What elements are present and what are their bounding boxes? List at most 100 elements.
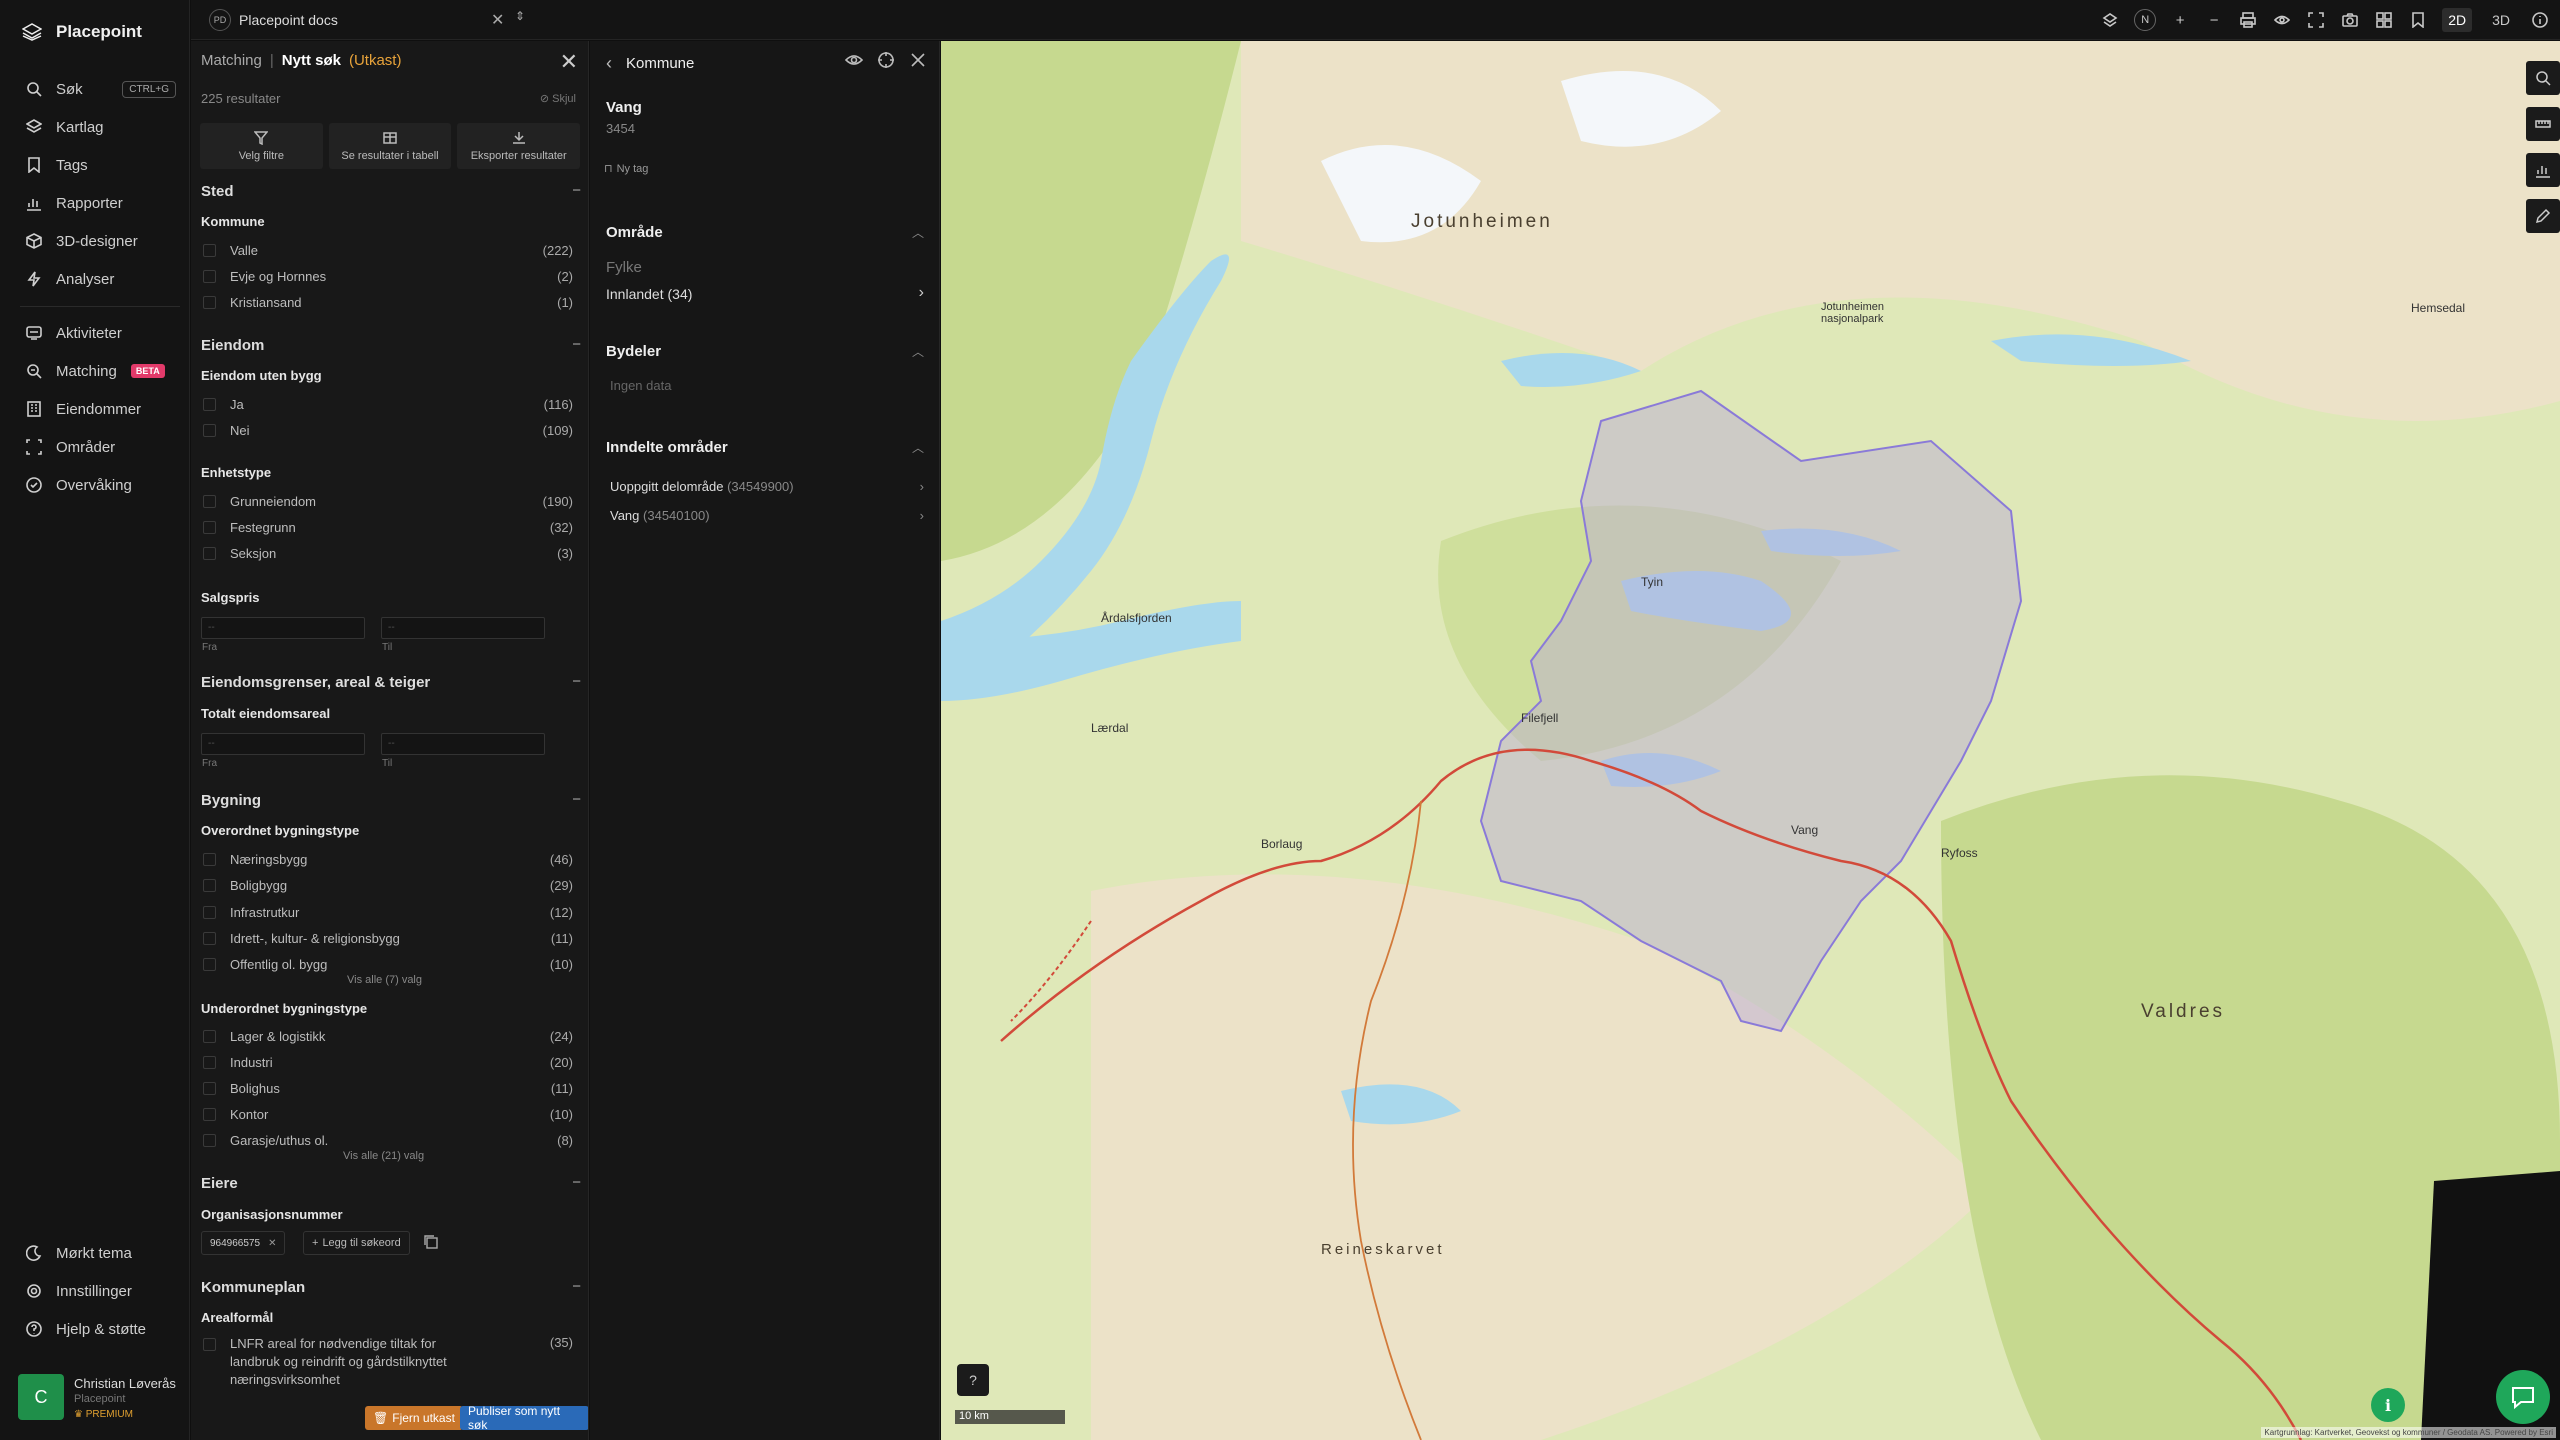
option-idrett[interactable]: Idrett-, kultur- & religionsbygg (11) <box>203 928 573 948</box>
publish-search-button[interactable]: Publiser som nytt søk <box>460 1404 588 1432</box>
checkbox[interactable] <box>203 878 216 892</box>
nav-item-analyser[interactable]: Analyser <box>26 266 176 292</box>
collapse-icon[interactable]: − <box>572 1174 581 1191</box>
nav-item-3d-designer[interactable]: 3D-designer <box>26 228 176 254</box>
nav-item-omrader[interactable]: Områder <box>26 434 176 460</box>
close-icon[interactable] <box>909 51 927 69</box>
option-seksjon[interactable]: Seksjon (3) <box>203 543 573 563</box>
option-industri[interactable]: Industri (20) <box>203 1052 573 1072</box>
inndelt-item[interactable]: Vang (34540100) › <box>610 508 924 523</box>
checkbox[interactable] <box>203 494 216 508</box>
option-evje[interactable]: Evje og Hornnes (2) <box>203 266 573 286</box>
checkbox[interactable] <box>203 1081 216 1095</box>
option-lnfr[interactable]: LNFR areal for nødvendige tiltak for lan… <box>203 1335 573 1389</box>
breadcrumb[interactable]: Matching <box>201 52 262 69</box>
nav-item-tags[interactable]: Tags <box>26 152 176 178</box>
close-icon[interactable]: ✕ <box>560 51 578 73</box>
nav-item-overvaking[interactable]: Overvåking <box>26 472 176 498</box>
eye-icon[interactable] <box>2272 10 2292 30</box>
option-kristiansand[interactable]: Kristiansand (1) <box>203 292 573 312</box>
remove-draft-button[interactable]: 🗑 Fjern utkast <box>365 1406 463 1430</box>
chat-button[interactable] <box>2496 1370 2550 1424</box>
add-keyword-button[interactable]: + Legg til søkeord <box>303 1231 410 1255</box>
nav-item-aktiviteter[interactable]: Aktiviteter <box>26 320 176 346</box>
chevron-up-icon[interactable]: ︿ <box>912 439 924 456</box>
checkbox[interactable] <box>203 243 216 257</box>
chevron-up-icon[interactable]: ︿ <box>912 224 924 241</box>
section-inndelte[interactable]: Inndelte områder ︿ <box>606 439 924 456</box>
checkbox[interactable] <box>203 295 216 309</box>
print-icon[interactable] <box>2238 10 2258 30</box>
nav-item-sok[interactable]: Søk CTRL+G <box>26 76 176 102</box>
mode-2d-button[interactable]: 2D <box>2442 8 2473 32</box>
show-all-link[interactable]: Vis alle (7) valg <box>347 974 422 986</box>
stats-tool[interactable] <box>2526 153 2560 187</box>
option-valle[interactable]: Valle (222) <box>203 240 573 260</box>
collapse-icon[interactable]: − <box>572 791 581 808</box>
layers-stack-icon[interactable] <box>2100 10 2120 30</box>
measure-tool[interactable] <box>2526 107 2560 141</box>
option-ja[interactable]: Ja (116) <box>203 394 573 414</box>
section-kommuneplan[interactable]: Kommuneplan − <box>201 1278 581 1296</box>
checkbox[interactable] <box>203 1107 216 1121</box>
eye-icon[interactable] <box>845 51 863 69</box>
checkbox[interactable] <box>203 931 216 945</box>
zoom-in-icon[interactable]: + <box>2170 10 2190 30</box>
checkbox[interactable] <box>203 269 216 283</box>
identify-tool[interactable] <box>2526 61 2560 95</box>
map-info-button[interactable]: i <box>2371 1388 2405 1422</box>
compass-icon[interactable]: N <box>2134 9 2157 31</box>
copy-icon[interactable] <box>423 1234 439 1250</box>
option-infrastruktur[interactable]: Infrastrutkur (12) <box>203 902 573 922</box>
nav-item-matching[interactable]: Matching BETA <box>26 358 176 384</box>
show-table-button[interactable]: Se resultater i tabell <box>328 123 452 169</box>
new-tag-button[interactable]: ⊓ Ny tag <box>604 162 648 176</box>
checkbox[interactable] <box>203 905 216 919</box>
checkbox[interactable] <box>203 520 216 534</box>
checkbox[interactable] <box>203 1338 216 1351</box>
choose-filters-button[interactable]: Velg filtre <box>200 123 323 169</box>
nav-item-rapporter[interactable]: Rapporter <box>26 190 176 216</box>
checkbox[interactable] <box>203 423 216 437</box>
collapse-icon[interactable]: − <box>572 182 581 199</box>
option-kontor[interactable]: Kontor (10) <box>203 1104 573 1124</box>
section-eiendomsgrenser[interactable]: Eiendomsgrenser, areal & teiger − <box>201 673 581 691</box>
show-all-link[interactable]: Vis alle (21) valg <box>343 1150 424 1162</box>
app-logo[interactable]: Placepoint <box>22 22 142 42</box>
map-canvas[interactable] <box>941 41 2560 1440</box>
option-lager[interactable]: Lager & logistikk (24) <box>203 1026 573 1046</box>
option-festegrunn[interactable]: Festegrunn (32) <box>203 517 573 537</box>
option-boligbygg[interactable]: Boligbygg (29) <box>203 875 573 895</box>
salgspris-from-input[interactable]: -- <box>201 617 365 639</box>
chevron-up-icon[interactable]: ︿ <box>912 343 924 360</box>
option-nei[interactable]: Nei (109) <box>203 420 573 440</box>
section-eiere[interactable]: Eiere − <box>201 1174 581 1192</box>
collapse-icon[interactable]: − <box>572 336 581 353</box>
orgnr-chip[interactable]: 964966575 ✕ <box>201 1231 286 1255</box>
checkbox[interactable] <box>203 957 216 971</box>
nav-item-settings[interactable]: Innstillinger <box>26 1278 176 1304</box>
checkbox[interactable] <box>203 1133 216 1147</box>
collapse-icon[interactable]: − <box>572 1278 581 1295</box>
grid-icon[interactable] <box>2374 10 2394 30</box>
checkbox[interactable] <box>203 546 216 560</box>
draw-tool[interactable] <box>2526 199 2560 233</box>
option-offentlig[interactable]: Offentlig ol. bygg (10) <box>203 954 573 974</box>
section-eiendom[interactable]: Eiendom − <box>201 336 581 354</box>
checkbox[interactable] <box>203 397 216 411</box>
map-help-button[interactable]: ? <box>957 1364 989 1396</box>
checkbox[interactable] <box>203 852 216 866</box>
areal-to-input[interactable]: -- <box>381 733 545 755</box>
clear-document-icon[interactable]: ✕ <box>491 10 504 30</box>
section-omrade[interactable]: Område ︿ <box>606 224 924 241</box>
section-sted[interactable]: Sted − <box>201 182 581 200</box>
fylke-value[interactable]: Innlandet (34) › <box>606 284 924 302</box>
checkbox[interactable] <box>203 1029 216 1043</box>
document-selector[interactable]: PD Placepoint docs <box>209 9 338 31</box>
user-profile[interactable]: C Christian Løverås Placepoint ♛ PREMIUM <box>18 1374 183 1424</box>
section-bydeler[interactable]: Bydeler ︿ <box>606 343 924 360</box>
back-icon[interactable]: ‹ <box>606 53 612 74</box>
fullscreen-icon[interactable] <box>2306 10 2326 30</box>
areal-from-input[interactable]: -- <box>201 733 365 755</box>
collapse-icon[interactable]: − <box>572 673 581 690</box>
